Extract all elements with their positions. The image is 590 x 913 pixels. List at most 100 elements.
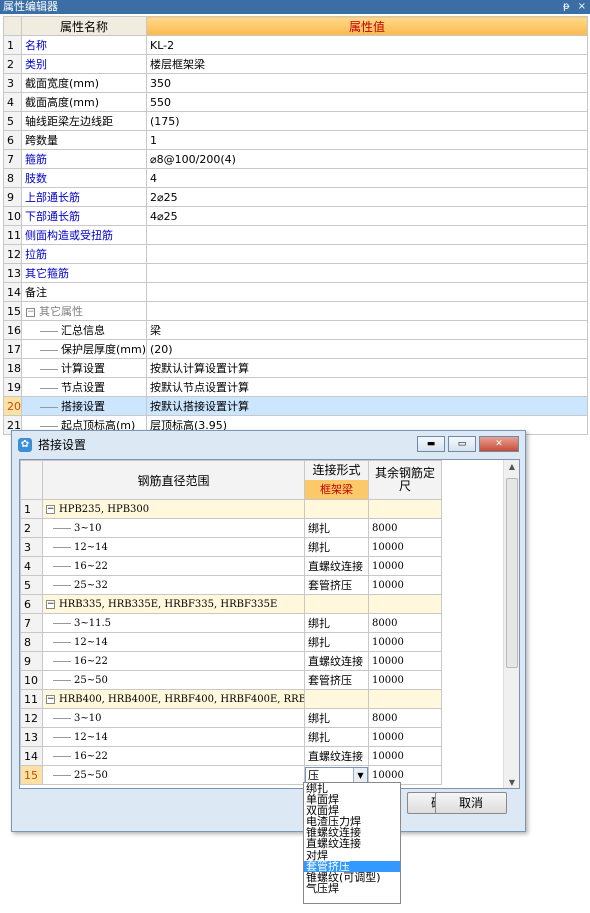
property-value[interactable]: KL-2	[146, 35, 588, 55]
connection-type-cell[interactable]	[304, 499, 369, 519]
lap-row[interactable]: 6− HRB335, HRB335E, HRBF335, HRBF335E	[20, 594, 442, 614]
property-row[interactable]: 13 其它箍筋	[3, 263, 588, 283]
property-value[interactable]: 按默认搭接设置计算	[146, 396, 588, 416]
other-length[interactable]: 10000	[368, 537, 442, 557]
other-length[interactable]: 10000	[368, 556, 442, 576]
other-length[interactable]: 8000	[368, 613, 442, 633]
property-row[interactable]: 3 截面宽度(mm) 350	[3, 73, 588, 93]
connection-type-cell[interactable]: 直螺纹连接	[304, 651, 369, 671]
lap-row[interactable]: 11− HRB400, HRB400E, HRBF400, HRBF400E, R…	[20, 689, 442, 709]
property-row[interactable]: 5 轴线距梁左边线距 (175)	[3, 111, 588, 131]
property-value[interactable]: 550	[146, 92, 588, 112]
collapse-icon[interactable]: −	[46, 694, 55, 704]
property-row[interactable]: 9 上部通长筋 2⌀25	[3, 187, 588, 207]
property-value[interactable]	[146, 301, 588, 321]
property-row[interactable]: 12 拉筋	[3, 244, 588, 264]
dropdown-option[interactable]: 锥螺纹连接	[304, 827, 400, 838]
connection-type-cell[interactable]: 绑扎	[304, 727, 369, 747]
property-value[interactable]: 4	[146, 168, 588, 188]
dropdown-option[interactable]: 锥螺纹(可调型)	[304, 872, 400, 883]
property-row[interactable]: 8 肢数 4	[3, 168, 588, 188]
property-value[interactable]	[146, 282, 588, 302]
property-value[interactable]: 按默认计算设置计算	[146, 358, 588, 378]
connection-type-cell[interactable]	[304, 594, 369, 614]
minimize-button[interactable]: ▬	[417, 436, 445, 452]
property-row[interactable]: 7 箍筋 ⌀8@100/200(4)	[3, 149, 588, 169]
property-row[interactable]: 10 下部通长筋 4⌀25	[3, 206, 588, 226]
property-value[interactable]: 350	[146, 73, 588, 93]
property-value[interactable]	[146, 263, 588, 283]
lap-row[interactable]: 14 16~22 直螺纹连接 10000	[20, 746, 442, 766]
property-row[interactable]: 6 跨数量 1	[3, 130, 588, 150]
connection-type-cell[interactable]: 绑扎	[304, 613, 369, 633]
lap-row[interactable]: 5 25~32 套管挤压 10000	[20, 575, 442, 595]
connection-type-cell[interactable]: 绑扎	[304, 632, 369, 652]
property-value[interactable]: ⌀8@100/200(4)	[146, 149, 588, 169]
property-value[interactable]: 按默认节点设置计算	[146, 377, 588, 397]
dropdown-option[interactable]: 双面焊	[304, 805, 400, 816]
connection-type-cell[interactable]: 绑扎	[304, 708, 369, 728]
other-length[interactable]: 10000	[368, 632, 442, 652]
connection-type-cell[interactable]: 套管挤压	[304, 670, 369, 690]
property-row[interactable]: 19 节点设置 按默认节点设置计算	[3, 377, 588, 397]
connection-type-cell[interactable]: 绑扎	[304, 518, 369, 538]
property-value[interactable]: 楼层框架梁	[146, 54, 588, 74]
scroll-down-icon[interactable]: ▼	[504, 776, 519, 788]
lap-row[interactable]: 3 12~14 绑扎 10000	[20, 537, 442, 557]
other-length[interactable]: 10000	[368, 727, 442, 747]
connection-type-cell[interactable]: 套管挤压	[304, 575, 369, 595]
other-length[interactable]	[368, 594, 442, 614]
pin-icon[interactable]: ᵽ	[563, 0, 570, 14]
dialog-close-button[interactable]: ✕	[479, 436, 519, 452]
property-row[interactable]: 17 保护层厚度(mm) (20)	[3, 339, 588, 359]
lap-row[interactable]: 2 3~10 绑扎 8000	[20, 518, 442, 538]
other-length[interactable]: 8000	[368, 518, 442, 538]
lap-row[interactable]: 4 16~22 直螺纹连接 10000	[20, 556, 442, 576]
dropdown-option[interactable]: 气压焊	[304, 883, 400, 894]
lap-row[interactable]: 7 3~11.5 绑扎 8000	[20, 613, 442, 633]
property-row[interactable]: 1 名称 KL-2	[3, 35, 588, 55]
collapse-icon[interactable]: −	[46, 599, 55, 609]
connection-type-cell[interactable]: 直螺纹连接	[304, 556, 369, 576]
other-length[interactable]	[368, 689, 442, 709]
lap-row[interactable]: 1− HPB235, HPB300	[20, 499, 442, 519]
property-value[interactable]: (20)	[146, 339, 588, 359]
connection-type-cell[interactable]: 绑扎	[304, 537, 369, 557]
property-row[interactable]: 20 搭接设置 按默认搭接设置计算	[3, 396, 588, 416]
property-row[interactable]: 4 截面高度(mm) 550	[3, 92, 588, 112]
property-row[interactable]: 18 计算设置 按默认计算设置计算	[3, 358, 588, 378]
other-length[interactable]: 10000	[368, 651, 442, 671]
collapse-icon[interactable]: −	[46, 504, 55, 514]
scroll-thumb[interactable]	[506, 478, 518, 668]
lap-row[interactable]: 13 12~14 绑扎 10000	[20, 727, 442, 747]
dropdown-option[interactable]: 单面焊	[304, 794, 400, 805]
other-length[interactable]: 8000	[368, 708, 442, 728]
lap-row[interactable]: 10 25~50 套管挤压 10000	[20, 670, 442, 690]
property-value[interactable]	[146, 244, 588, 264]
property-value[interactable]: 2⌀25	[146, 187, 588, 207]
property-row[interactable]: 11 侧面构造或受扭筋	[3, 225, 588, 245]
connection-type-select[interactable]: 压 ▼	[305, 766, 368, 784]
property-value[interactable]: 4⌀25	[146, 206, 588, 226]
lap-row[interactable]: 8 12~14 绑扎 10000	[20, 632, 442, 652]
dropdown-option[interactable]: 对焊	[304, 850, 400, 861]
close-icon[interactable]: ×	[578, 0, 586, 14]
property-value[interactable]: 1	[146, 130, 588, 150]
connection-type-dropdown[interactable]: 绑扎 单面焊 双面焊 电渣压力焊 锥螺纹连接 直螺纹连接 对焊 套管挤压 锥螺纹(可调型) 气压焊	[303, 782, 401, 904]
maximize-button[interactable]: ▭	[448, 436, 476, 452]
vertical-scrollbar[interactable]: ▲ ▼	[503, 460, 519, 788]
property-row[interactable]: 16 汇总信息 梁	[3, 320, 588, 340]
property-row[interactable]: 2 类别 楼层框架梁	[3, 54, 588, 74]
scroll-up-icon[interactable]: ▲	[504, 460, 519, 474]
collapse-icon[interactable]: −	[26, 307, 35, 317]
connection-type-cell[interactable]: 直螺纹连接	[304, 746, 369, 766]
other-length[interactable]: 10000	[368, 670, 442, 690]
lap-row[interactable]: 12 3~10 绑扎 8000	[20, 708, 442, 728]
dropdown-option[interactable]: 直螺纹连接	[304, 838, 400, 849]
lap-row[interactable]: 9 16~22 直螺纹连接 10000	[20, 651, 442, 671]
cancel-button[interactable]: 取消	[435, 792, 507, 814]
connection-type-cell[interactable]	[304, 689, 369, 709]
other-length[interactable]: 10000	[368, 746, 442, 766]
property-row[interactable]: 15− 其它属性	[3, 301, 588, 321]
dropdown-option[interactable]: 绑扎	[304, 783, 400, 794]
